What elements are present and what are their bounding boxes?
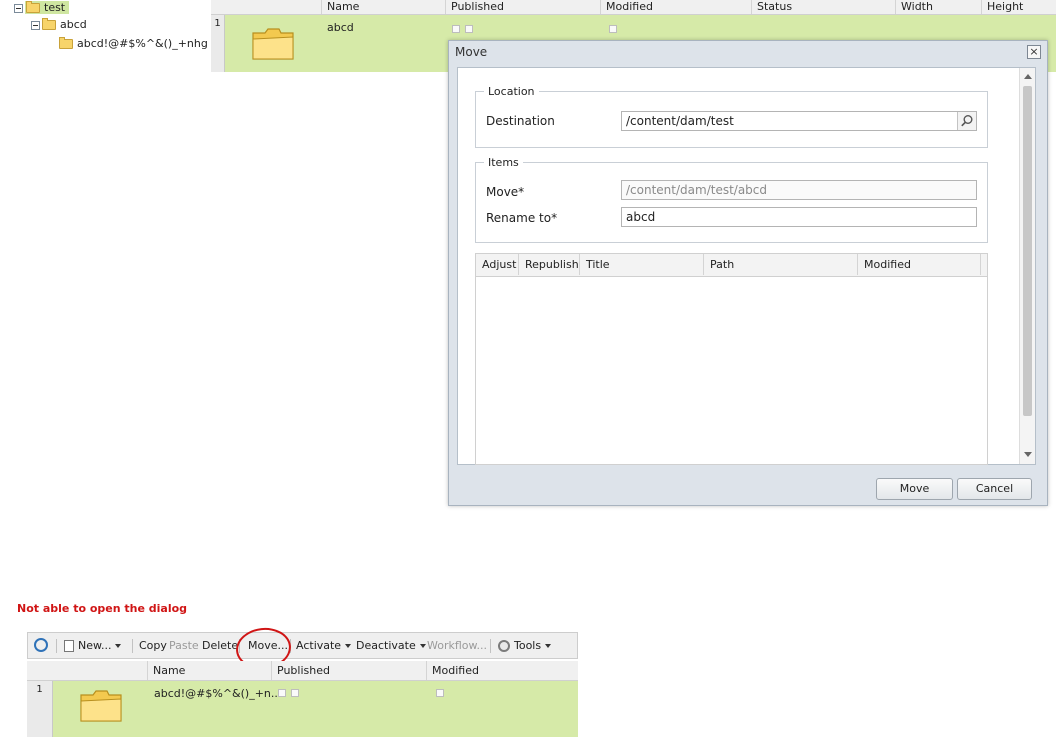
folder-icon bbox=[251, 25, 295, 61]
checkbox bbox=[436, 689, 444, 697]
checkbox bbox=[609, 25, 617, 33]
scroll-down-icon[interactable] bbox=[1024, 452, 1032, 457]
move-path-field: /content/dam/test/abcd bbox=[621, 180, 977, 200]
modified-checkbox bbox=[609, 23, 622, 36]
copy-button[interactable]: Copy bbox=[139, 639, 167, 652]
folder-icon bbox=[26, 1, 40, 13]
table-row[interactable]: 1 abcd!@#$%^&()_+n... bbox=[27, 681, 578, 737]
toolbar-separator bbox=[490, 639, 491, 653]
tree-node-abcd-special[interactable]: abcd!@#$%^&()_+nhg bbox=[59, 36, 208, 52]
collapse-icon[interactable] bbox=[14, 3, 23, 13]
rename-input[interactable]: abcd bbox=[621, 207, 977, 227]
rename-label: Rename to* bbox=[486, 211, 558, 225]
checkbox bbox=[278, 689, 286, 697]
column-header-path[interactable]: Path bbox=[704, 254, 858, 275]
tree-node-label: test bbox=[44, 1, 66, 14]
annotation-note: Not able to open the dialog bbox=[17, 602, 188, 615]
checkbox bbox=[465, 25, 473, 33]
items-fieldset: Items Move* /content/dam/test/abcd Renam… bbox=[475, 156, 988, 243]
toolbar-separator bbox=[56, 639, 57, 653]
new-page-icon bbox=[64, 640, 74, 652]
tree-node-label: abcd bbox=[60, 18, 87, 31]
chevron-down-icon bbox=[345, 644, 352, 648]
scroll-up-icon[interactable] bbox=[1024, 74, 1032, 79]
deactivate-label: Deactivate bbox=[356, 639, 416, 652]
search-icon[interactable] bbox=[957, 112, 976, 130]
row-name: abcd bbox=[327, 21, 354, 34]
activate-label: Activate bbox=[296, 639, 342, 652]
destination-value: /content/dam/test bbox=[626, 114, 734, 128]
references-grid-header: Adjust Republish Title Path Modified bbox=[476, 254, 987, 277]
close-icon[interactable]: × bbox=[1027, 45, 1041, 59]
toolbar-separator bbox=[132, 639, 133, 653]
move-dialog: Move × Location Destination /content/dam… bbox=[448, 40, 1048, 506]
tree-node-label: abcd!@#$%^&()_+nhg bbox=[77, 37, 208, 50]
column-header-status[interactable]: Status bbox=[751, 0, 895, 14]
folder-icon bbox=[59, 37, 73, 49]
dialog-body: Location Destination /content/dam/test I… bbox=[457, 67, 1036, 465]
location-legend: Location bbox=[484, 85, 539, 98]
location-fieldset: Location Destination /content/dam/test bbox=[475, 85, 988, 148]
tools-label: Tools bbox=[514, 639, 542, 652]
chevron-down-icon bbox=[545, 644, 552, 648]
column-header-width[interactable]: Width bbox=[895, 0, 981, 14]
paste-button[interactable]: Paste bbox=[169, 639, 199, 652]
column-header-published[interactable]: Published bbox=[271, 661, 426, 680]
column-header-modified[interactable]: Modified bbox=[426, 661, 578, 680]
column-header-title[interactable]: Title bbox=[580, 254, 704, 275]
column-header-name[interactable]: Name bbox=[321, 0, 445, 14]
column-header-adjust[interactable]: Adjust bbox=[476, 254, 519, 275]
grid-header: Name Published Modified bbox=[27, 661, 578, 681]
grid-header: Name Published Modified Status Width Hei… bbox=[211, 0, 1056, 15]
column-header-republish[interactable]: Republish bbox=[519, 254, 580, 275]
cancel-button[interactable]: Cancel bbox=[957, 478, 1032, 500]
refresh-icon[interactable] bbox=[34, 638, 48, 652]
column-header-modified[interactable]: Modified bbox=[858, 254, 981, 275]
tree-node-test[interactable]: test bbox=[14, 0, 70, 16]
collapse-icon[interactable] bbox=[31, 20, 40, 30]
destination-label: Destination bbox=[486, 114, 555, 128]
gear-icon bbox=[498, 640, 510, 652]
modified-checkbox bbox=[436, 687, 449, 700]
destination-input[interactable]: /content/dam/test bbox=[621, 111, 977, 131]
workflow-button[interactable]: Workflow... bbox=[427, 639, 487, 652]
delete-button[interactable]: Delete bbox=[202, 639, 238, 652]
chevron-down-icon bbox=[419, 644, 426, 648]
checkbox bbox=[452, 25, 460, 33]
column-header-name[interactable]: Name bbox=[147, 661, 271, 680]
dialog-title: Move bbox=[455, 45, 488, 59]
row-number: 1 bbox=[211, 15, 225, 72]
row-number: 1 bbox=[27, 681, 53, 737]
new-button[interactable]: New... bbox=[64, 639, 122, 652]
published-checkboxes bbox=[452, 23, 478, 36]
scrollbar-thumb[interactable] bbox=[1023, 86, 1032, 416]
tools-button[interactable]: Tools bbox=[498, 639, 552, 652]
checkbox bbox=[291, 689, 299, 697]
new-button-label: New... bbox=[78, 639, 112, 652]
row-name: abcd!@#$%^&()_+n... bbox=[154, 687, 282, 700]
move-label: Move* bbox=[486, 185, 525, 199]
items-legend: Items bbox=[484, 156, 523, 169]
chevron-down-icon bbox=[115, 644, 122, 648]
tree-node-abcd[interactable]: abcd bbox=[31, 17, 87, 33]
column-header-published[interactable]: Published bbox=[445, 0, 600, 14]
folder-icon bbox=[42, 18, 56, 30]
published-checkboxes bbox=[278, 687, 304, 700]
move-button[interactable]: Move bbox=[876, 478, 953, 500]
activate-button[interactable]: Activate bbox=[296, 639, 352, 652]
column-header-modified[interactable]: Modified bbox=[600, 0, 751, 14]
dialog-scrollbar[interactable] bbox=[1019, 68, 1035, 464]
folder-icon bbox=[79, 687, 123, 723]
column-header-height[interactable]: Height bbox=[981, 0, 1056, 14]
toolbar: New... Copy Paste Delete Move... Activat… bbox=[27, 632, 578, 659]
deactivate-button[interactable]: Deactivate bbox=[356, 639, 426, 652]
references-grid: Adjust Republish Title Path Modified bbox=[475, 253, 988, 465]
